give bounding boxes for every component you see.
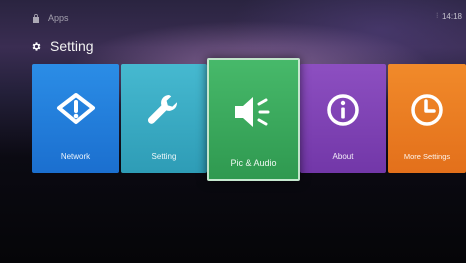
wrench-icon	[121, 92, 207, 128]
tile-label: Setting	[151, 152, 177, 161]
tile-more-settings[interactable]: More Settings	[388, 64, 466, 173]
apps-bag-icon	[32, 13, 40, 23]
status-clock: ⫶ 14:18	[436, 12, 462, 21]
speaker-icon	[209, 92, 298, 132]
top-bar: Apps ⫶ 14:18	[0, 0, 466, 38]
breadcrumb: Apps	[32, 13, 69, 23]
network-icon	[32, 92, 119, 126]
tile-setting[interactable]: Setting	[121, 64, 207, 173]
signal-icon: ⫶	[436, 12, 438, 20]
page-title: Setting	[31, 38, 94, 54]
tile-label: Network	[60, 152, 91, 161]
page-title-text: Setting	[50, 38, 94, 54]
clock-icon	[388, 92, 466, 128]
tile-about[interactable]: About	[300, 64, 386, 173]
tile-pic-audio[interactable]: Pic & Audio	[207, 58, 300, 181]
tile-label: Pic & Audio	[230, 158, 277, 168]
info-icon	[300, 92, 386, 128]
breadcrumb-label: Apps	[48, 13, 69, 23]
tile-label: More Settings	[403, 152, 451, 161]
tile-label: About	[332, 152, 354, 161]
clock-text: 14:18	[441, 12, 462, 21]
tile-network[interactable]: Network	[32, 64, 119, 173]
gear-icon	[31, 41, 42, 52]
